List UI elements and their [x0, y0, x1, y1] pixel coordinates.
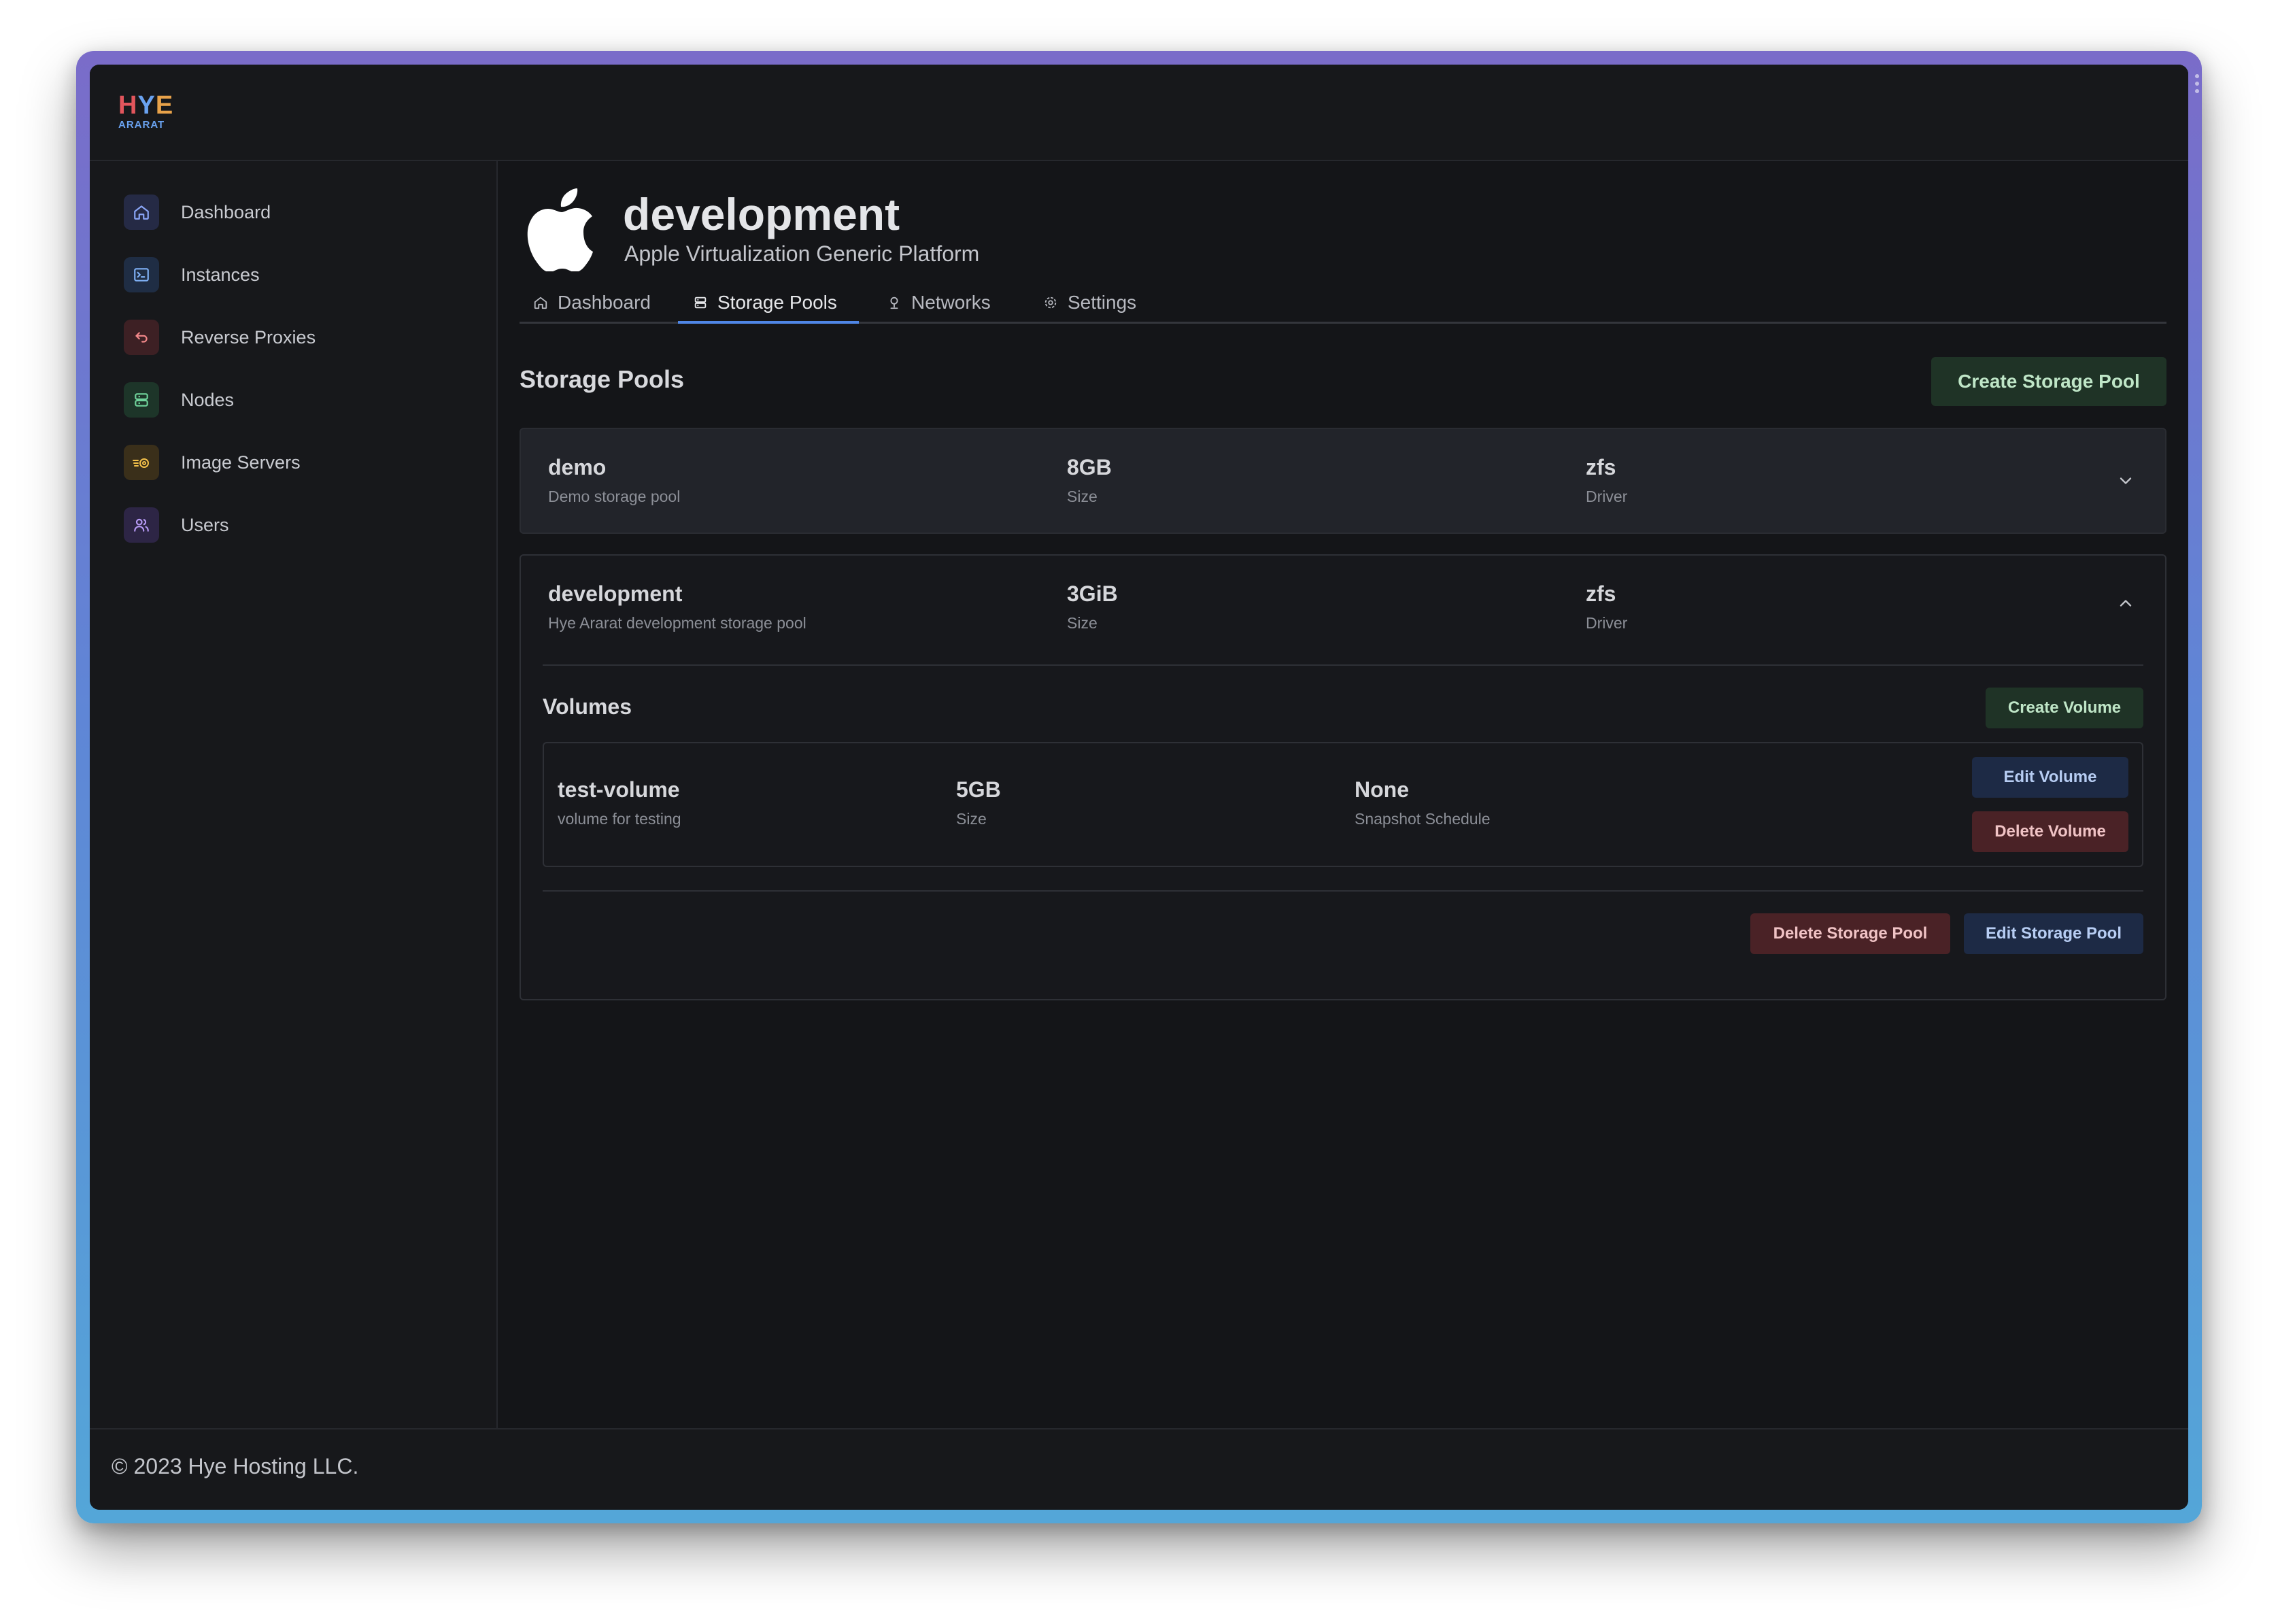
- volume-size: 5GB: [956, 777, 1001, 802]
- apple-icon: [527, 188, 593, 271]
- volume-name: test-volume: [558, 777, 680, 802]
- pool-driver: zfs: [1586, 581, 1616, 606]
- delete-storage-pool-button[interactable]: Delete Storage Pool: [1750, 913, 1950, 954]
- sidebar-item-label: Reverse Proxies: [181, 326, 316, 348]
- storage-pools-title: Storage Pools: [520, 365, 685, 393]
- home-icon: [124, 194, 159, 230]
- storage-pool-row-demo[interactable]: demo Demo storage pool 8GB Size zfs Driv…: [520, 428, 2166, 534]
- pool-driver-label: Driver: [1586, 614, 1628, 632]
- divider: [543, 664, 2143, 666]
- terminal-icon: [124, 257, 159, 292]
- pool-driver: zfs: [1586, 455, 1616, 479]
- chevron-down-icon[interactable]: [2116, 471, 2135, 490]
- sidebar-item-label: Nodes: [181, 389, 235, 410]
- pool-size-label: Size: [1067, 614, 1098, 632]
- chevron-up-icon[interactable]: [2116, 594, 2135, 613]
- storage-pool-row-development: development Hye Ararat development stora…: [520, 554, 2166, 1000]
- sidebar-item-instances[interactable]: Instances: [124, 256, 260, 293]
- tab-settings[interactable]: Settings: [1043, 284, 1136, 322]
- volume-snapshot-schedule: None: [1355, 777, 1409, 802]
- sidebar-item-image-servers[interactable]: Image Servers: [124, 444, 301, 481]
- volume-row: test-volume volume for testing 5GB Size …: [543, 742, 2143, 867]
- create-storage-pool-button[interactable]: Create Storage Pool: [1931, 357, 2166, 406]
- sidebar: Dashboard Instances Reverse Proxies Node…: [90, 161, 498, 1430]
- volume-snapshot-schedule-label: Snapshot Schedule: [1355, 810, 1491, 828]
- gear-icon: [1043, 295, 1058, 310]
- divider: [543, 890, 2143, 892]
- sidebar-item-label: Instances: [181, 264, 260, 285]
- footer: © 2023 Hye Hosting LLC.: [90, 1428, 2188, 1510]
- tab-networks[interactable]: Networks: [887, 284, 991, 322]
- storage-icon: [693, 295, 708, 310]
- pool-size: 3GiB: [1067, 581, 1118, 606]
- storage-pool-header[interactable]: development Hye Ararat development stora…: [521, 556, 2165, 664]
- pool-driver-label: Driver: [1586, 488, 1628, 505]
- sidebar-item-label: Users: [181, 514, 229, 535]
- edit-storage-pool-button[interactable]: Edit Storage Pool: [1964, 913, 2143, 954]
- pool-name: demo: [548, 455, 607, 479]
- logo-subtitle: ARARAT: [118, 119, 165, 131]
- sidebar-item-nodes[interactable]: Nodes: [124, 382, 234, 418]
- page-subtitle: Apple Virtualization Generic Platform: [624, 241, 980, 266]
- app-logo[interactable]: HYE ARARAT: [118, 91, 174, 131]
- tab-label: Settings: [1068, 292, 1137, 313]
- volume-size-label: Size: [956, 810, 987, 828]
- home-icon: [533, 295, 548, 310]
- page-title: development: [623, 189, 900, 239]
- tab-label: Dashboard: [558, 292, 651, 313]
- tab-dashboard[interactable]: Dashboard: [533, 284, 651, 322]
- edit-volume-button[interactable]: Edit Volume: [1972, 757, 2128, 798]
- server-icon: [124, 382, 159, 418]
- sidebar-item-dashboard[interactable]: Dashboard: [124, 194, 271, 231]
- tab-label: Storage Pools: [717, 291, 837, 313]
- pool-size-label: Size: [1067, 488, 1098, 505]
- copyright-text: © 2023 Hye Hosting LLC.: [112, 1454, 359, 1478]
- users-icon: [124, 507, 159, 543]
- delete-volume-button[interactable]: Delete Volume: [1972, 811, 2128, 852]
- window-handle[interactable]: [2195, 74, 2199, 93]
- top-bar: HYE ARARAT: [90, 65, 2188, 161]
- pool-description: Demo storage pool: [548, 488, 681, 505]
- return-arrow-icon: [124, 320, 159, 355]
- tab-bar: Dashboard Storage Pools Networks Setting…: [520, 284, 2166, 324]
- create-volume-button[interactable]: Create Volume: [1986, 688, 2143, 728]
- sidebar-item-label: Image Servers: [181, 452, 301, 473]
- page: HYE ARARAT Dashboard Instances Reverse P…: [0, 0, 2278, 1624]
- pool-name: development: [548, 581, 683, 606]
- sidebar-item-label: Dashboard: [181, 201, 271, 222]
- app-window: HYE ARARAT Dashboard Instances Reverse P…: [90, 65, 2188, 1510]
- main-content: development Apple Virtualization Generic…: [498, 161, 2188, 1430]
- volumes-title: Volumes: [543, 694, 632, 719]
- tab-label: Networks: [911, 292, 991, 313]
- logo-wordmark: HYE: [118, 91, 174, 120]
- sidebar-item-reverse-proxies[interactable]: Reverse Proxies: [124, 319, 316, 356]
- pool-description: Hye Ararat development storage pool: [548, 614, 806, 632]
- tab-storage-pools[interactable]: Storage Pools: [678, 284, 859, 324]
- network-icon: [887, 295, 902, 310]
- image-server-icon: [124, 445, 159, 480]
- pool-size: 8GB: [1067, 455, 1112, 479]
- window-frame: HYE ARARAT Dashboard Instances Reverse P…: [76, 51, 2202, 1523]
- volume-description: volume for testing: [558, 810, 681, 828]
- sidebar-item-users[interactable]: Users: [124, 507, 229, 543]
